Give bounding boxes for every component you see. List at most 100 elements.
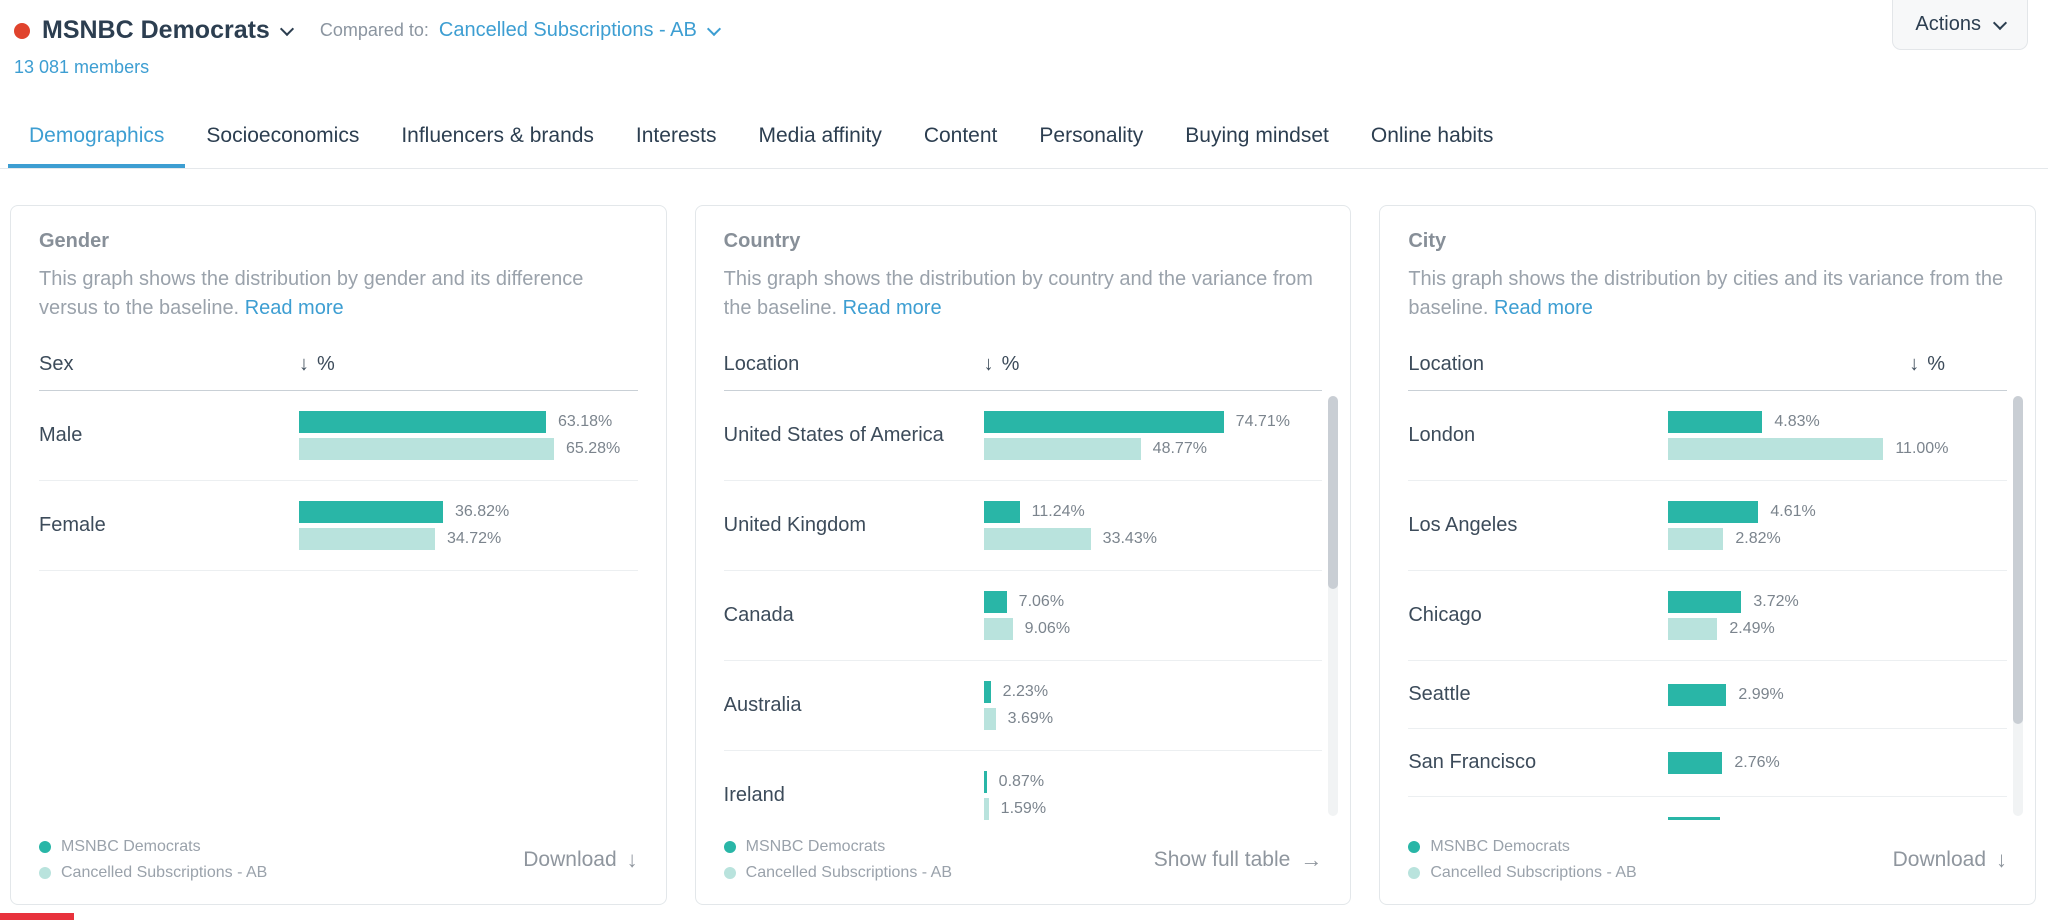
primary-bar <box>984 501 1020 523</box>
table-row: United Kingdom 11.24% 33.43% <box>724 481 1323 571</box>
legend-dot-primary <box>724 841 736 853</box>
rows-viewport: United States of America 74.71% 48.77% U… <box>724 391 1323 820</box>
read-more-link[interactable]: Read more <box>1494 297 1593 319</box>
secondary-bar <box>1668 528 1723 550</box>
row-label: United States of America <box>724 422 984 449</box>
card-footer: MSNBC Democrats Cancelled Subscriptions … <box>39 820 638 882</box>
bar-line: 11.00% <box>1668 438 2007 460</box>
bar-group: 11.24% 33.43% <box>984 501 1323 550</box>
secondary-bar <box>299 528 435 550</box>
tab-media-affinity[interactable]: Media affinity <box>737 106 902 168</box>
legend-item-secondary: Cancelled Subscriptions - AB <box>39 864 267 882</box>
bar-group: 36.82% 34.72% <box>299 501 638 550</box>
sort-desc-icon: ↓ <box>984 353 994 376</box>
chevron-down-icon[interactable] <box>280 21 294 35</box>
bar-line: 3.72% <box>1668 591 2007 613</box>
legend: MSNBC Democrats Cancelled Subscriptions … <box>1408 838 1636 882</box>
bar-group: 2.99% <box>1668 684 2007 706</box>
primary-bar <box>299 411 546 433</box>
primary-bar <box>984 771 987 793</box>
row-label: Ireland <box>724 782 984 809</box>
bar-line: 4.61% <box>1668 501 2007 523</box>
bar-value: 7.06% <box>1019 593 1064 611</box>
bar-line: 33.43% <box>984 528 1323 550</box>
compared-to-label: Compared to: <box>320 20 429 41</box>
scrollbar[interactable] <box>1328 396 1338 816</box>
download-button[interactable]: Download ↓ <box>1893 847 2007 873</box>
bar-value: 63.18% <box>558 413 612 431</box>
header: MSNBC Democrats Compared to: Cancelled S… <box>0 0 2048 78</box>
card-title: Country <box>724 230 1323 253</box>
compared-audience-select[interactable]: Cancelled Subscriptions - AB <box>439 19 697 42</box>
column-header-percent[interactable]: ↓% <box>299 353 335 376</box>
column-header-label[interactable]: Location <box>1408 353 1668 376</box>
table-row: Ireland 0.87% 1.59% <box>724 751 1323 820</box>
bottom-red-bar <box>0 913 74 920</box>
bar-line: 2.76% <box>1668 752 2007 774</box>
column-header-percent[interactable]: ↓% <box>1909 353 1945 376</box>
card-description: This graph shows the distribution by gen… <box>39 265 638 323</box>
tab-interests[interactable]: Interests <box>615 106 738 168</box>
row-label: Female <box>39 512 299 539</box>
bar-line: 2.23% <box>984 681 1323 703</box>
arrow-right-icon: → <box>1300 847 1322 873</box>
secondary-bar <box>984 618 1013 640</box>
column-header-percent[interactable]: ↓% <box>984 353 1020 376</box>
row-label: Chicago <box>1408 602 1668 629</box>
tab-buying-mindset[interactable]: Buying mindset <box>1164 106 1350 168</box>
primary-bar <box>984 681 991 703</box>
row-label: United Kingdom <box>724 512 984 539</box>
footer-action-label: Download <box>523 848 616 872</box>
read-more-link[interactable]: Read more <box>843 297 942 319</box>
show-full-table-button[interactable]: Show full table → <box>1154 847 1323 873</box>
primary-bar <box>984 591 1007 613</box>
audience-name[interactable]: MSNBC Democrats <box>42 16 270 45</box>
column-header-label[interactable]: Sex <box>39 353 299 376</box>
bar-value: 4.83% <box>1774 413 1819 431</box>
column-header-label[interactable]: Location <box>724 353 984 376</box>
bar-value: 4.61% <box>1770 503 1815 521</box>
actions-button[interactable]: Actions <box>1892 0 2028 50</box>
bar-group: 2.76% <box>1668 752 2007 774</box>
primary-bar <box>1668 684 1726 706</box>
table-row: Los Angeles 4.61% 2.82% <box>1408 481 2007 571</box>
scrollbar[interactable] <box>2013 396 2023 816</box>
legend-label: Cancelled Subscriptions - AB <box>61 864 267 882</box>
bar-value: 0.87% <box>999 773 1044 791</box>
tab-influencers-brands[interactable]: Influencers & brands <box>380 106 615 168</box>
card-title: City <box>1408 230 2007 253</box>
bar-line: 7.06% <box>984 591 1323 613</box>
scrollbar-thumb[interactable] <box>2013 396 2023 724</box>
download-button[interactable]: Download ↓ <box>523 847 637 873</box>
read-more-link[interactable]: Read more <box>245 297 344 319</box>
footer-action-label: Show full table <box>1154 848 1291 872</box>
bar-group: 3.72% 2.49% <box>1668 591 2007 640</box>
bar-group: 2.23% 3.69% <box>984 681 1323 730</box>
legend-item-primary: MSNBC Democrats <box>1408 838 1636 856</box>
tab-personality[interactable]: Personality <box>1018 106 1164 168</box>
bar-line: 36.82% <box>299 501 638 523</box>
table-row: Australia 2.23% 3.69% <box>724 661 1323 751</box>
bar-value: 2.76% <box>1734 754 1779 772</box>
tab-demographics[interactable]: Demographics <box>8 106 185 168</box>
bar-value: 2.23% <box>1003 683 1048 701</box>
primary-bar <box>984 411 1224 433</box>
legend-label: MSNBC Democrats <box>1430 838 1570 856</box>
legend-label: Cancelled Subscriptions - AB <box>1430 864 1636 882</box>
tab-online-habits[interactable]: Online habits <box>1350 106 1515 168</box>
row-label: Los Angeles <box>1408 512 1668 539</box>
sort-desc-icon: ↓ <box>299 353 309 376</box>
bar-line: 4.83% <box>1668 411 2007 433</box>
tab-socioeconomics[interactable]: Socioeconomics <box>185 106 380 168</box>
secondary-bar <box>1668 618 1717 640</box>
bar-line: 11.24% <box>984 501 1323 523</box>
row-label: London <box>1408 422 1668 449</box>
table-row: Canada 7.06% 9.06% <box>724 571 1323 661</box>
tab-content[interactable]: Content <box>903 106 1019 168</box>
bar-line: 74.71% <box>984 411 1323 433</box>
legend-dot-primary <box>39 841 51 853</box>
primary-bar <box>1668 752 1722 774</box>
bar-group: 74.71% 48.77% <box>984 411 1323 460</box>
scrollbar-thumb[interactable] <box>1328 396 1338 589</box>
chevron-down-icon[interactable] <box>707 21 721 35</box>
